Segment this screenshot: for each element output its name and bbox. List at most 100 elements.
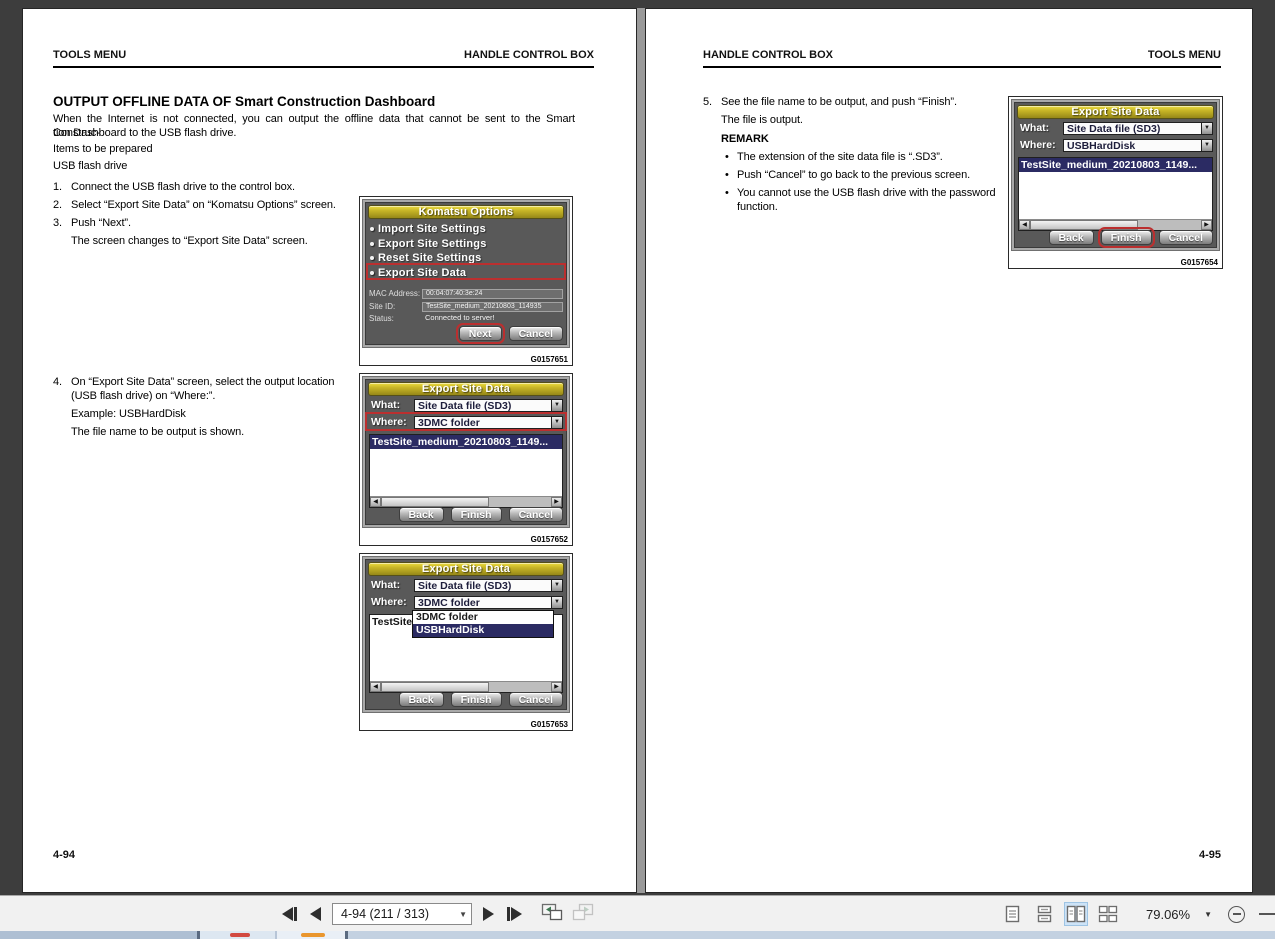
export-site-data-dialog: Export Site Data What: Site Data file (S…	[1012, 100, 1219, 250]
mac-address-value: 00:04:07:40:3e:24	[422, 289, 563, 300]
previous-view-button[interactable]	[541, 903, 563, 926]
file-list-item-selected: TestSite_medium_20210803_1149...	[1019, 158, 1212, 172]
dialog-title: Export Site Data	[1017, 105, 1214, 119]
figure-caption: G0157654	[1180, 258, 1218, 267]
scroll-right-icon: ▶	[1201, 220, 1212, 230]
two-page-continuous-view-button[interactable]	[1096, 902, 1120, 926]
prep-item: USB flash drive	[53, 160, 128, 172]
menu-item-import-site-settings: Import Site Settings	[367, 222, 565, 237]
dropdown-arrow-icon: ▼	[551, 580, 562, 591]
export-site-data-dialog: Export Site Data What: Site Data file (S…	[363, 557, 569, 712]
back-button: Back	[1048, 230, 1094, 245]
dropdown-option-3dmc: 3DMC folder	[416, 611, 478, 623]
next-view-button[interactable]	[572, 903, 594, 926]
export-site-data-dialog: Export Site Data What: Site Data file (S…	[363, 377, 569, 527]
what-combobox: Site Data file (SD3) ▼	[414, 399, 563, 412]
figure-export-site-data-3: Export Site Data What: Site Data file (S…	[1008, 96, 1223, 269]
page-number-input[interactable]: 4-94 (211 / 313) ▼	[332, 903, 472, 925]
where-row: Where: 3DMC folder ▼	[369, 595, 563, 610]
scrollbar-thumb	[381, 497, 489, 507]
remark-item: • The extension of the site data file is …	[725, 151, 943, 163]
step-4: 4. On “Export Site Data” screen, select …	[53, 376, 361, 439]
figure-export-site-data-1: Export Site Data What: Site Data file (S…	[359, 373, 573, 546]
scrollbar-thumb	[381, 682, 489, 692]
running-header-left: HANDLE CONTROL BOX	[703, 49, 833, 61]
zoom-out-button[interactable]	[1228, 905, 1246, 923]
file-list-item-selected: TestSite_medium_20210803_1149...	[370, 435, 562, 449]
what-row: What: Site Data file (SD3) ▼	[369, 578, 563, 593]
where-combobox: USBHardDisk ▼	[1063, 139, 1213, 152]
bullet-icon	[370, 241, 374, 246]
dialog-title: Export Site Data	[368, 562, 564, 576]
next-page-button[interactable]	[481, 905, 496, 923]
page-dropdown-icon[interactable]: ▼	[459, 910, 467, 919]
cancel-button: Cancel	[508, 692, 563, 707]
next-view-icon	[572, 903, 594, 920]
site-id-value: TestSite_medium_20210803_114935	[422, 301, 563, 312]
file-list: TestSite_medium_20210803_1149... ◀ ▶	[369, 434, 563, 508]
scroll-right-icon: ▶	[551, 497, 562, 507]
step-text: Push “Next”.	[71, 217, 131, 229]
step-number: 5.	[703, 96, 712, 108]
step-3: 3. Push “Next”. The screen changes to “E…	[53, 217, 361, 249]
step-text: On “Export Site Data” screen, select the…	[71, 376, 335, 402]
step-sub-text: The screen changes to “Export Site Data”…	[71, 235, 308, 247]
step-list-2: 4. On “Export Site Data” screen, select …	[53, 376, 361, 444]
step-number: 3.	[53, 217, 62, 229]
section-heading: OUTPUT OFFLINE DATA OF Smart Constructio…	[53, 94, 436, 109]
step-sub-text: The file name to be output is shown.	[71, 425, 245, 438]
site-id-row: Site ID: TestSite_medium_20210803_114935	[369, 301, 563, 314]
step-2: 2. Select “Export Site Data” on “Komatsu…	[53, 199, 361, 213]
two-page-view-button[interactable]	[1064, 902, 1088, 926]
step-number: 4.	[53, 376, 62, 388]
where-row: Where: USBHardDisk ▼	[1018, 138, 1213, 153]
step-text: See the file name to be output, and push…	[721, 96, 957, 108]
last-page-button[interactable]	[505, 905, 524, 923]
horizontal-scrollbar: ◀ ▶	[370, 681, 562, 692]
continuous-view-button[interactable]	[1032, 902, 1056, 926]
komatsu-options-dialog: Komatsu Options Import Site Settings Exp…	[363, 200, 569, 347]
page-number: 4-94	[53, 849, 76, 861]
single-page-view-button[interactable]	[1000, 902, 1024, 926]
horizontal-scrollbar: ◀ ▶	[1019, 219, 1212, 230]
remark-bullets: • The extension of the site data file is …	[721, 151, 998, 214]
figure-export-site-data-2: Export Site Data What: Site Data file (S…	[359, 553, 573, 731]
mac-address-row: MAC Address: 00:04:07:40:3e:24	[369, 288, 563, 301]
header-rule	[53, 66, 594, 68]
previous-page-button[interactable]	[308, 905, 323, 923]
annotation-highlight-box	[366, 263, 566, 280]
document-page-right: HANDLE CONTROL BOX TOOLS MENU 5. See the…	[645, 8, 1253, 893]
page-gap	[637, 8, 645, 893]
dropdown-arrow-icon: ▼	[1201, 140, 1212, 151]
cancel-button: Cancel	[508, 326, 563, 341]
finish-button: Finish	[450, 507, 502, 522]
remark-label: REMARK	[721, 132, 769, 145]
taskbar-item[interactable]	[277, 931, 345, 939]
taskbar-item-icon	[301, 933, 325, 937]
zoom-level-value: 79.06%	[1146, 906, 1191, 922]
taskbar-segment[interactable]	[0, 931, 197, 939]
what-row: What: Site Data file (SD3) ▼	[369, 398, 563, 413]
remark-item: • Push “Cancel” to go back to the previou…	[725, 169, 971, 181]
taskbar-segment[interactable]	[348, 931, 1275, 939]
scroll-left-icon: ◀	[1019, 220, 1030, 230]
single-page-icon	[1005, 905, 1019, 923]
prep-label: Items to be prepared	[53, 143, 153, 155]
document-page-left: TOOLS MENU HANDLE CONTROL BOX OUTPUT OFF…	[22, 8, 637, 893]
status-value: Connected to server!	[425, 313, 495, 323]
back-button: Back	[398, 692, 444, 707]
taskbar-item[interactable]	[200, 931, 275, 939]
step-5: 5. See the file name to be output, and p…	[703, 96, 998, 214]
two-page-continuous-icon	[1098, 905, 1118, 923]
step-sub-text: The file is output.	[721, 114, 803, 126]
page-number: 4-95	[1198, 849, 1221, 861]
first-page-button[interactable]	[280, 905, 299, 923]
zoom-slider[interactable]	[1259, 913, 1275, 915]
step-number: 1.	[53, 181, 62, 193]
running-header-right: HANDLE CONTROL BOX	[464, 49, 594, 61]
zoom-dropdown-icon[interactable]: ▼	[1204, 910, 1212, 919]
previous-view-icon	[541, 903, 563, 920]
back-button: Back	[398, 507, 444, 522]
dialog-title: Export Site Data	[368, 382, 564, 396]
what-combobox: Site Data file (SD3) ▼	[414, 579, 563, 592]
